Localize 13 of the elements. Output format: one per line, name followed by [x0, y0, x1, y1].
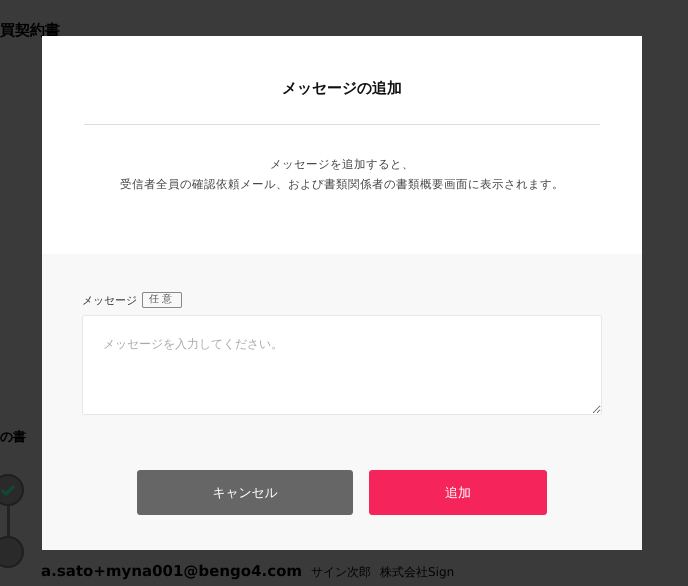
check-icon [0, 484, 16, 496]
section-heading: の書 [0, 429, 26, 446]
page-title: 買契約書 [0, 20, 60, 40]
message-field[interactable]: メッセージを入力してください。 [82, 315, 602, 415]
field-label: メッセージ [82, 292, 137, 308]
signer-company: 株式会社Sign [380, 564, 454, 581]
add-button[interactable]: 追加 [369, 470, 547, 515]
dialog-description: メッセージを追加すると、 受信者全員の確認依頼メール、および書類関係者の書類概要画面に表示されます。 [120, 156, 564, 193]
dialog-title: メッセージの追加 [282, 79, 402, 98]
cancel-button[interactable]: キャンセル [137, 470, 353, 515]
signer-email: a.sato+myna001@bengo4.com [41, 562, 302, 580]
signer-name: サイン次郎 [311, 564, 372, 581]
optional-badge: 任意 [142, 292, 182, 308]
